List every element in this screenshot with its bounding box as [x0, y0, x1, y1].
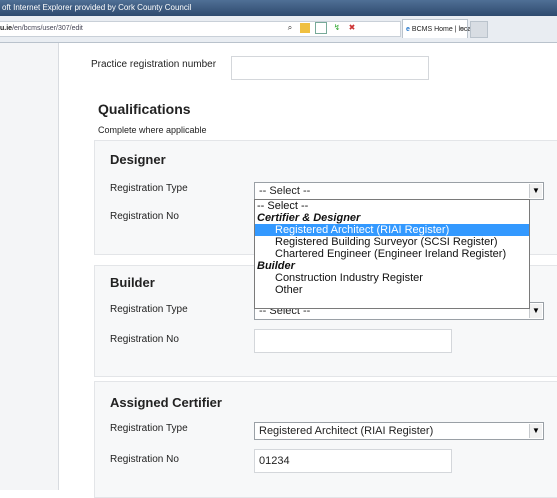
window-titlebar: oft Internet Explorer provided by Cork C…: [0, 0, 557, 16]
new-tab-button[interactable]: [470, 21, 488, 38]
designer-reg-type-select[interactable]: -- Select -- ▼: [254, 182, 544, 200]
dropdown-group-header: Certifier & Designer: [257, 212, 361, 224]
registration-type-dropdown-list: -- Select -- Certifier & Designer Register…: [254, 199, 530, 309]
certifier-reg-type-label: Registration Type: [110, 423, 188, 434]
dropdown-group-header: Builder: [257, 260, 295, 272]
address-bar-area: u.ie/en/bcms/user/307/edit ⌕ ↯ ✖ e BCMS H…: [0, 16, 557, 43]
url-path: /en/bcms/user/307/edit: [12, 25, 83, 32]
builder-reg-no-label: Registration No: [110, 334, 179, 345]
compat-view-icon[interactable]: ↯: [332, 23, 342, 33]
dropdown-option[interactable]: -- Select --: [255, 200, 529, 212]
page-icon[interactable]: [315, 22, 327, 34]
dropdown-option[interactable]: Other: [255, 284, 529, 296]
practice-reg-label: Practice registration number: [91, 59, 217, 70]
browser-tab[interactable]: e BCMS Home | local... ×: [402, 19, 479, 39]
builder-reg-type-label: Registration Type: [110, 304, 188, 315]
certifier-reg-no-label: Registration No: [110, 454, 179, 465]
builder-reg-no-input[interactable]: [254, 329, 452, 353]
practice-reg-input[interactable]: [231, 56, 429, 80]
chevron-down-icon: ▼: [529, 184, 542, 198]
dropdown-option[interactable]: Chartered Engineer (Engineer Ireland Reg…: [255, 248, 529, 260]
dropdown-option[interactable]: Construction Industry Register: [255, 272, 529, 284]
stop-icon[interactable]: ✖: [347, 23, 357, 33]
builder-heading: Builder: [110, 275, 155, 290]
designer-reg-type-label: Registration Type: [110, 183, 188, 194]
qualifications-subtitle: Complete where applicable: [98, 125, 207, 135]
dropdown-option[interactable]: Registered Building Surveyor (SCSI Regis…: [255, 236, 529, 248]
chevron-down-icon: ▼: [529, 424, 542, 438]
designer-reg-no-label: Registration No: [110, 211, 179, 222]
ie-logo-icon: e: [406, 26, 410, 33]
close-tab-icon[interactable]: ×: [460, 20, 464, 39]
tab-title: BCMS Home | local...: [411, 26, 479, 33]
certifier-reg-no-input[interactable]: 01234: [254, 449, 452, 473]
qualifications-heading: Qualifications: [98, 101, 191, 117]
certifier-reg-type-value: Registered Architect (RIAI Register): [259, 425, 434, 437]
dropdown-option[interactable]: Registered Architect (RIAI Register): [255, 224, 529, 236]
url-host: u.ie: [0, 25, 13, 32]
certifier-heading: Assigned Certifier: [110, 395, 222, 410]
designer-heading: Designer: [110, 152, 166, 167]
lock-icon[interactable]: [300, 23, 310, 33]
designer-reg-type-value: -- Select --: [259, 185, 311, 197]
address-bar-icons: ⌕ ↯ ✖: [285, 22, 357, 34]
chevron-down-icon: ▼: [529, 304, 542, 318]
search-icon[interactable]: ⌕: [285, 23, 295, 33]
window-title: oft Internet Explorer provided by Cork C…: [2, 3, 192, 12]
certifier-reg-type-select[interactable]: Registered Architect (RIAI Register) ▼: [254, 422, 544, 440]
